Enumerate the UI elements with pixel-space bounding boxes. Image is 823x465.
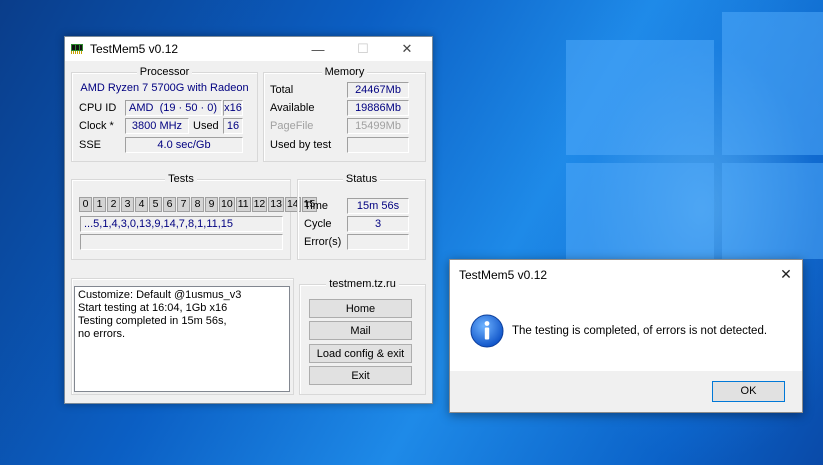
- test-sequence: ...5,1,4,3,0,13,9,14,7,8,1,11,15: [80, 216, 283, 232]
- test-cell: 8: [191, 197, 204, 212]
- test-cell: 2: [107, 197, 120, 212]
- cpu-vendor: AMD: [129, 102, 154, 114]
- windows-logo-pane: [566, 40, 714, 155]
- dialog-footer: OK: [450, 371, 802, 412]
- log-line: no errors.: [78, 328, 126, 340]
- test-cell: 5: [149, 197, 162, 212]
- test-progress-bar: [80, 234, 283, 250]
- info-icon: [470, 314, 504, 348]
- processor-group: Processor AMD Ryzen 7 5700G with Radeon …: [71, 66, 258, 162]
- time-label: Time: [304, 200, 329, 212]
- used-threads-value: 16: [223, 118, 243, 134]
- cycle-value: 3: [347, 216, 409, 232]
- test-cell: 6: [163, 197, 176, 212]
- dialog-close-button[interactable]: ✕: [770, 260, 802, 288]
- dialog-message: The testing is completed, of errors is n…: [512, 325, 768, 337]
- log-textarea[interactable]: Customize: Default @1usmus_v3 Start test…: [74, 286, 290, 392]
- minimize-button[interactable]: —: [296, 37, 340, 61]
- available-memory-label: Available: [270, 102, 315, 114]
- used-label: Used: [193, 120, 219, 132]
- cycle-label: Cycle: [304, 218, 332, 230]
- log-line: Start testing at 16:04, 1Gb x16: [78, 302, 228, 314]
- log-line: Testing completed in 15m 56s,: [78, 315, 227, 327]
- available-memory-value: 19886Mb: [347, 100, 409, 116]
- test-cell: 1: [93, 197, 106, 212]
- thread-count: x16: [223, 100, 243, 116]
- dialog-title: TestMem5 v0.12: [459, 268, 548, 282]
- status-group: Status Time 15m 56s Cycle 3 Error(s): [297, 173, 426, 260]
- test-cell: 0: [79, 197, 92, 212]
- sse-value: 4.0 sec/Gb: [125, 137, 243, 153]
- tests-group-title: Tests: [165, 173, 197, 185]
- windows-logo-pane: [722, 12, 823, 155]
- pagefile-label: PageFile: [270, 120, 314, 132]
- clock-value: 3800 MHz: [125, 118, 189, 134]
- test-cell: 13: [268, 197, 284, 212]
- memory-chip-icon: [71, 44, 83, 54]
- testmem-main-window: TestMem5 v0.12 — ☐ ✕ Processor AMD Ryzen…: [64, 36, 433, 404]
- sse-label: SSE: [79, 139, 102, 151]
- time-value: 15m 56s: [347, 198, 409, 214]
- home-button[interactable]: Home: [309, 299, 412, 318]
- mail-button[interactable]: Mail: [309, 321, 412, 340]
- cpu-id-field: AMD (19 · 50 · 0): [125, 100, 222, 116]
- log-line: Customize: Default @1usmus_v3: [78, 289, 242, 301]
- test-cell: 9: [205, 197, 218, 212]
- windows-logo-pane: [566, 163, 714, 263]
- test-cell: 12: [251, 197, 268, 212]
- exit-button[interactable]: Exit: [309, 366, 412, 385]
- cpu-id-value: (19 · 50 · 0): [159, 102, 218, 114]
- used-by-test-label: Used by test: [270, 139, 332, 151]
- test-indicators: 0 1 2 3 4 5 6 7 8 9 10 11 12 13 14 15: [79, 197, 318, 212]
- total-memory-label: Total: [270, 84, 294, 96]
- maximize-button[interactable]: ☐: [341, 37, 385, 61]
- test-cell: 4: [135, 197, 148, 212]
- errors-value: [347, 234, 409, 250]
- memory-group-title: Memory: [321, 66, 368, 78]
- completion-dialog: TestMem5 v0.12 ✕ The testing is complete…: [449, 259, 803, 413]
- cpu-id-label: CPU ID: [79, 102, 117, 114]
- used-by-test-value: [347, 137, 409, 153]
- test-cell: 11: [235, 197, 251, 212]
- test-cell: 3: [121, 197, 134, 212]
- test-cell: 7: [177, 197, 190, 212]
- clock-label: Clock *: [79, 120, 114, 132]
- pagefile-value: 15499Mb: [347, 118, 409, 134]
- close-button[interactable]: ✕: [385, 37, 429, 61]
- ok-button[interactable]: OK: [712, 381, 785, 402]
- windows-logo-pane: [722, 163, 823, 259]
- load-config-exit-button[interactable]: Load config & exit: [309, 344, 412, 363]
- test-cell: 10: [219, 197, 235, 212]
- processor-group-title: Processor: [136, 66, 193, 78]
- status-group-title: Status: [342, 173, 381, 185]
- memory-group: Memory Total 24467Mb Available 19886Mb P…: [263, 66, 426, 162]
- errors-label: Error(s): [304, 236, 342, 248]
- website-label: testmem.tz.ru: [326, 278, 399, 290]
- title-bar[interactable]: TestMem5 v0.12 — ☐ ✕: [65, 37, 432, 61]
- window-title: TestMem5 v0.12: [90, 42, 179, 56]
- total-memory-value: 24467Mb: [347, 82, 409, 98]
- cpu-name: AMD Ryzen 7 5700G with Radeon: [80, 82, 249, 94]
